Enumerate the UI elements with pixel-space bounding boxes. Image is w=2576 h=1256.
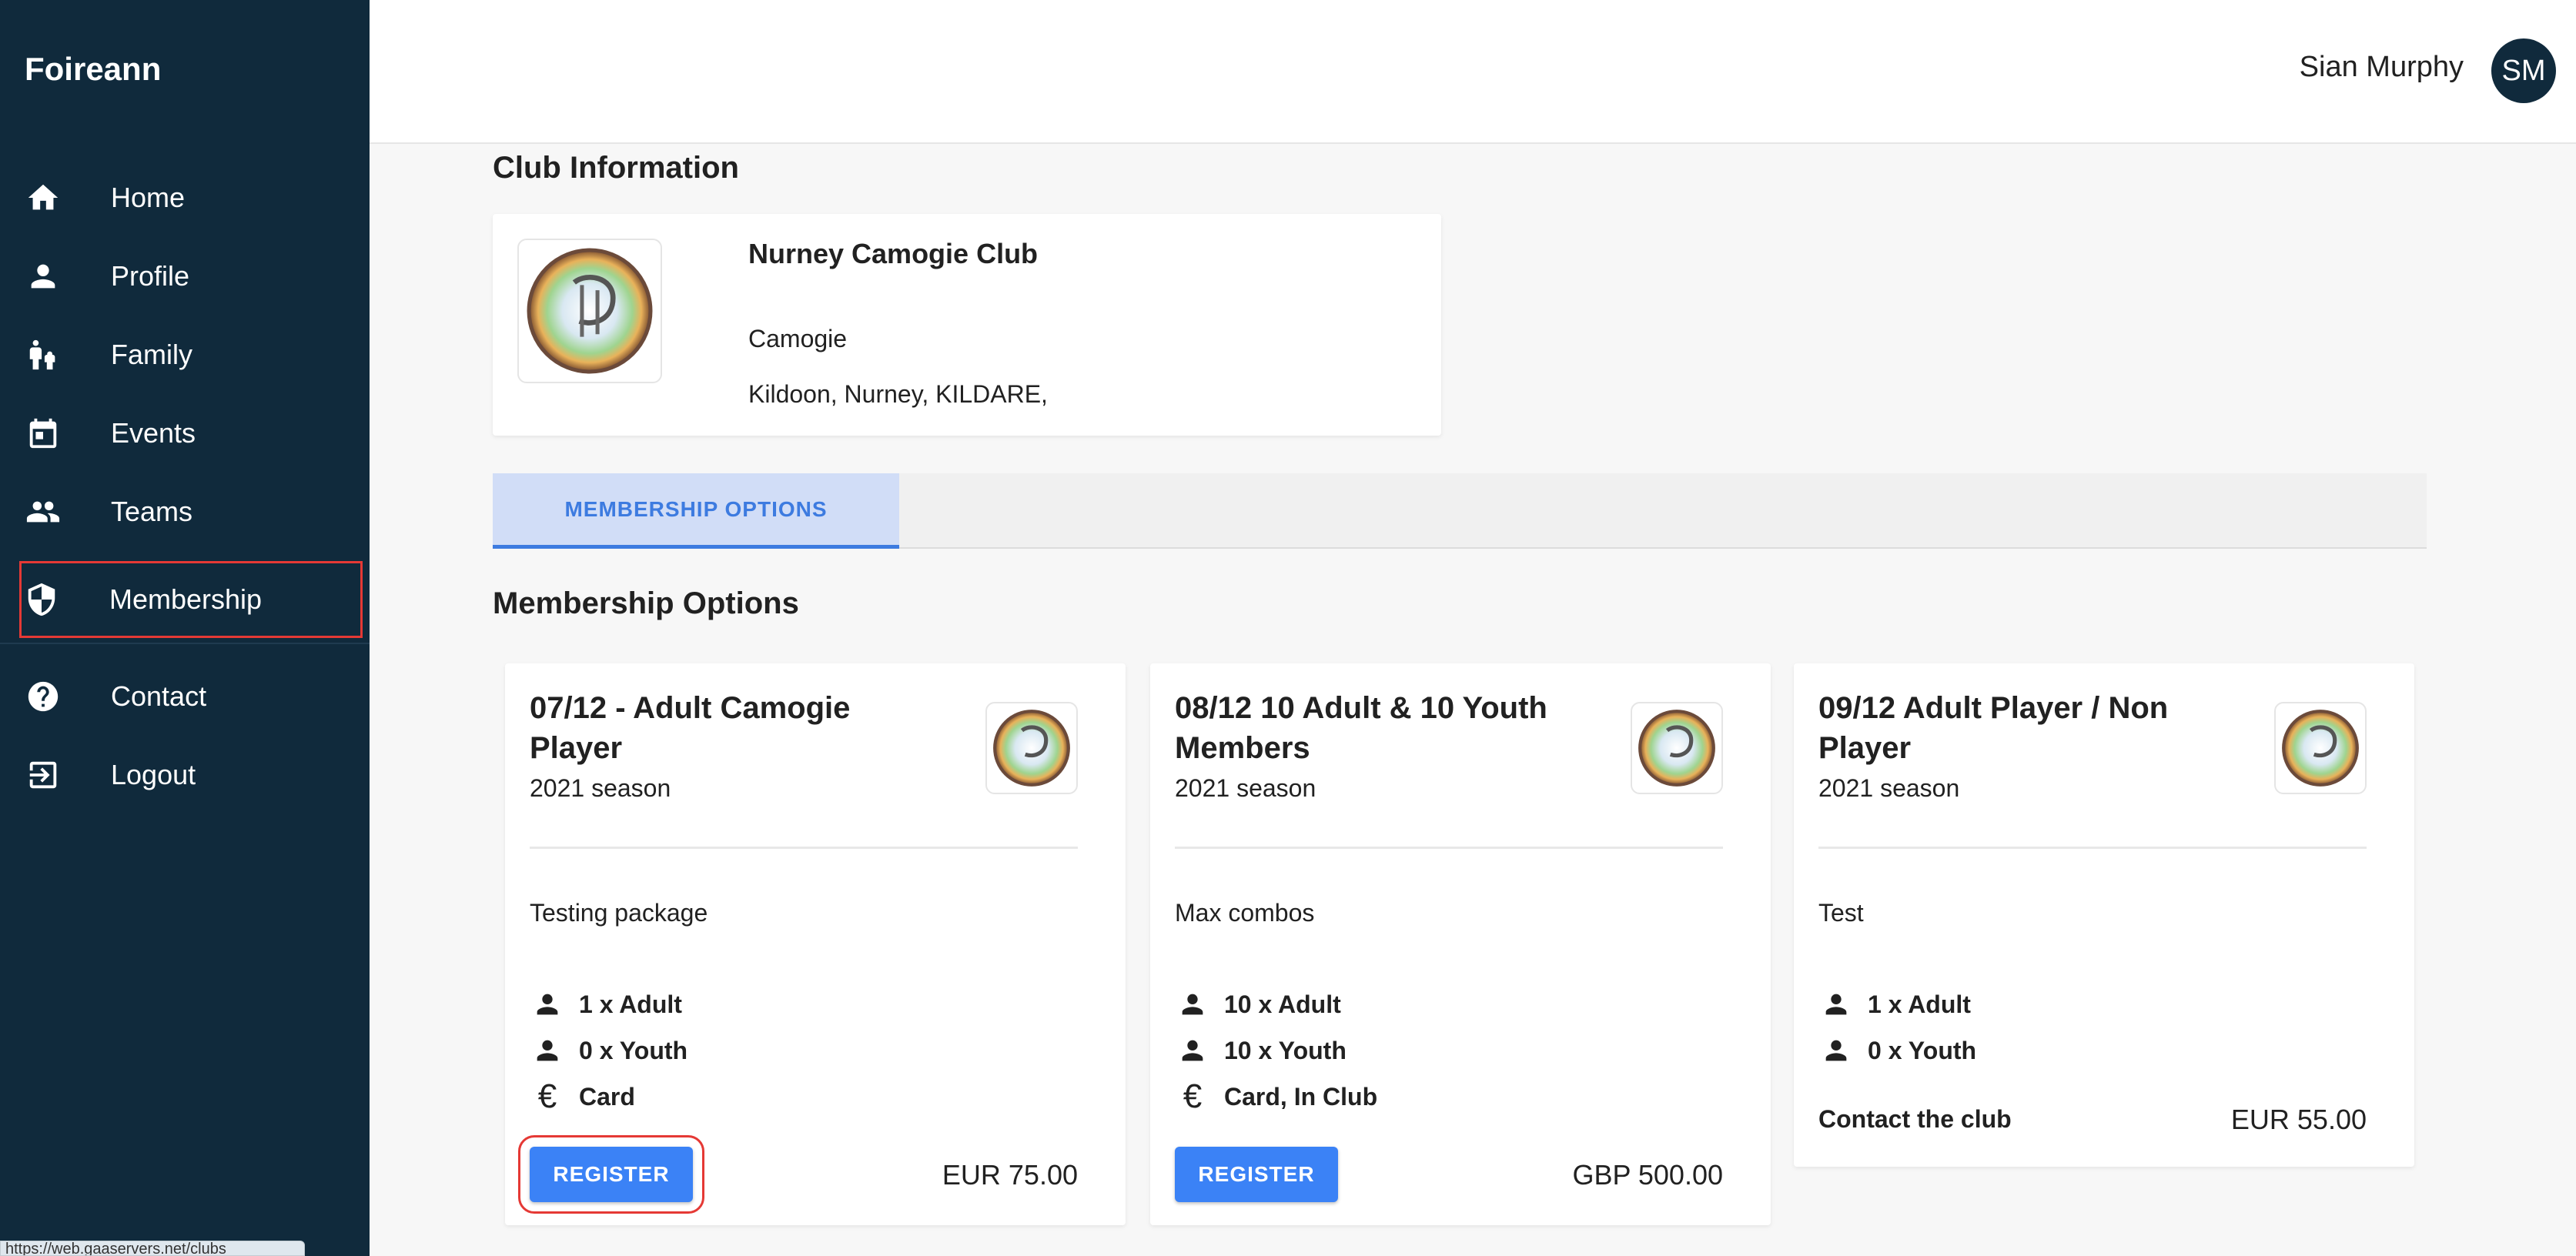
club-logo [1631,702,1723,794]
home-icon [22,176,65,219]
group-icon [22,490,65,533]
club-logo [2274,702,2367,794]
sidebar-item-home[interactable]: Home [22,162,360,234]
club-crest-icon [993,710,1070,787]
sidebar-item-label: Home [111,182,186,213]
membership-price: EUR 55.00 [2230,1104,2367,1135]
sidebar-item-label: Membership [109,583,263,615]
club-address: Kildoon, Nurney, KILDARE, [748,380,1048,408]
membership-card-title: 08/12 10 Adult & 10 Youth Members [1175,691,1547,765]
club-crest-icon [1638,710,1715,787]
card-divider [530,847,1078,849]
sidebar-item-logout[interactable]: Logout [22,739,360,811]
person-icon [22,255,65,298]
club-info-title: Club Information [493,151,739,185]
adult-count: 10 x Adult [1175,987,1341,1022]
membership-card: 08/12 10 Adult & 10 Youth Members 2021 s… [1150,663,1771,1225]
sidebar-item-label: Teams [111,496,193,527]
sidebar-item-profile[interactable]: Profile [22,240,360,312]
card-divider [1175,847,1723,849]
shield-icon [20,578,63,621]
logout-icon [22,753,65,797]
membership-price: EUR 75.00 [942,1159,1078,1191]
youth-count: 10 x Youth [1175,1033,1347,1068]
sidebar-item-label: Logout [111,759,196,790]
membership-card: 07/12 - Adult Camogie Player 2021 season… [505,663,1126,1225]
club-crest-icon [2282,710,2359,787]
sidebar-item-teams[interactable]: Teams [22,476,360,548]
contact-the-club-link[interactable]: Contact the club [1818,1105,2012,1134]
adult-count: 1 x Adult [1818,987,1971,1022]
youth-count: 0 x Youth [530,1033,687,1068]
tab-membership-options[interactable]: MEMBERSHIP OPTIONS [493,473,899,549]
euro-icon: € [1183,1077,1203,1115]
sidebar-item-membership[interactable]: Membership [19,561,363,638]
browser-status-url: https://web.gaaservers.net/clubs [0,1241,305,1256]
club-logo [517,239,662,383]
person-icon [1818,987,1854,1022]
euro-icon: € [537,1077,557,1115]
sidebar-item-family[interactable]: Family [22,319,360,391]
payment-methods: € Card [530,1079,635,1114]
membership-card-title: 09/12 Adult Player / Non Player [1818,691,2169,765]
membership-card-season: 2021 season [530,774,671,802]
brand-logo-text[interactable]: Foireann [25,51,161,88]
youth-count: 0 x Youth [1818,1033,1976,1068]
person-icon [530,987,565,1022]
adult-count: 1 x Adult [530,987,682,1022]
membership-card-description: Max combos [1175,899,1315,927]
membership-card: 09/12 Adult Player / Non Player 2021 sea… [1794,663,2414,1167]
sidebar-divider [0,643,370,644]
card-divider [1818,847,2367,849]
membership-card-season: 2021 season [1175,774,1316,802]
payment-methods: € Card, In Club [1175,1079,1377,1114]
tab-bar: MEMBERSHIP OPTIONS [493,473,2427,549]
person-icon [1175,1033,1210,1068]
sidebar-item-label: Family [111,339,192,370]
sidebar-item-events[interactable]: Events [22,397,360,469]
person-icon [530,1033,565,1068]
sidebar-item-contact[interactable]: Contact [22,660,360,733]
user-name[interactable]: Sian Murphy [2300,51,2464,84]
club-logo [985,702,1078,794]
membership-price: GBP 500.00 [1572,1159,1724,1191]
club-name: Nurney Camogie Club [748,238,1039,269]
membership-card-title: 07/12 - Adult Camogie Player [530,691,851,765]
sidebar: Foireann Home Profile Family Events Team… [0,0,370,1256]
club-info-card: Nurney Camogie Club Camogie Kildoon, Nur… [493,214,1441,436]
top-header: Sian Murphy SM [370,0,2576,144]
register-button[interactable]: REGISTER [518,1135,704,1214]
family-icon [22,333,65,376]
person-icon [1175,987,1210,1022]
person-icon [1818,1033,1854,1068]
membership-options-title: Membership Options [493,586,799,620]
membership-card-description: Test [1818,899,1864,927]
sidebar-item-label: Contact [111,680,207,712]
help-icon [22,675,65,718]
sidebar-item-label: Profile [111,260,190,292]
club-sport: Camogie [748,325,848,352]
avatar[interactable]: SM [2491,38,2556,103]
membership-card-description: Testing package [530,899,708,927]
calendar-icon [22,412,65,455]
club-crest-icon [527,248,653,374]
sidebar-item-label: Events [111,417,196,449]
register-button[interactable]: REGISTER [1175,1147,1338,1202]
membership-card-season: 2021 season [1818,774,1960,802]
